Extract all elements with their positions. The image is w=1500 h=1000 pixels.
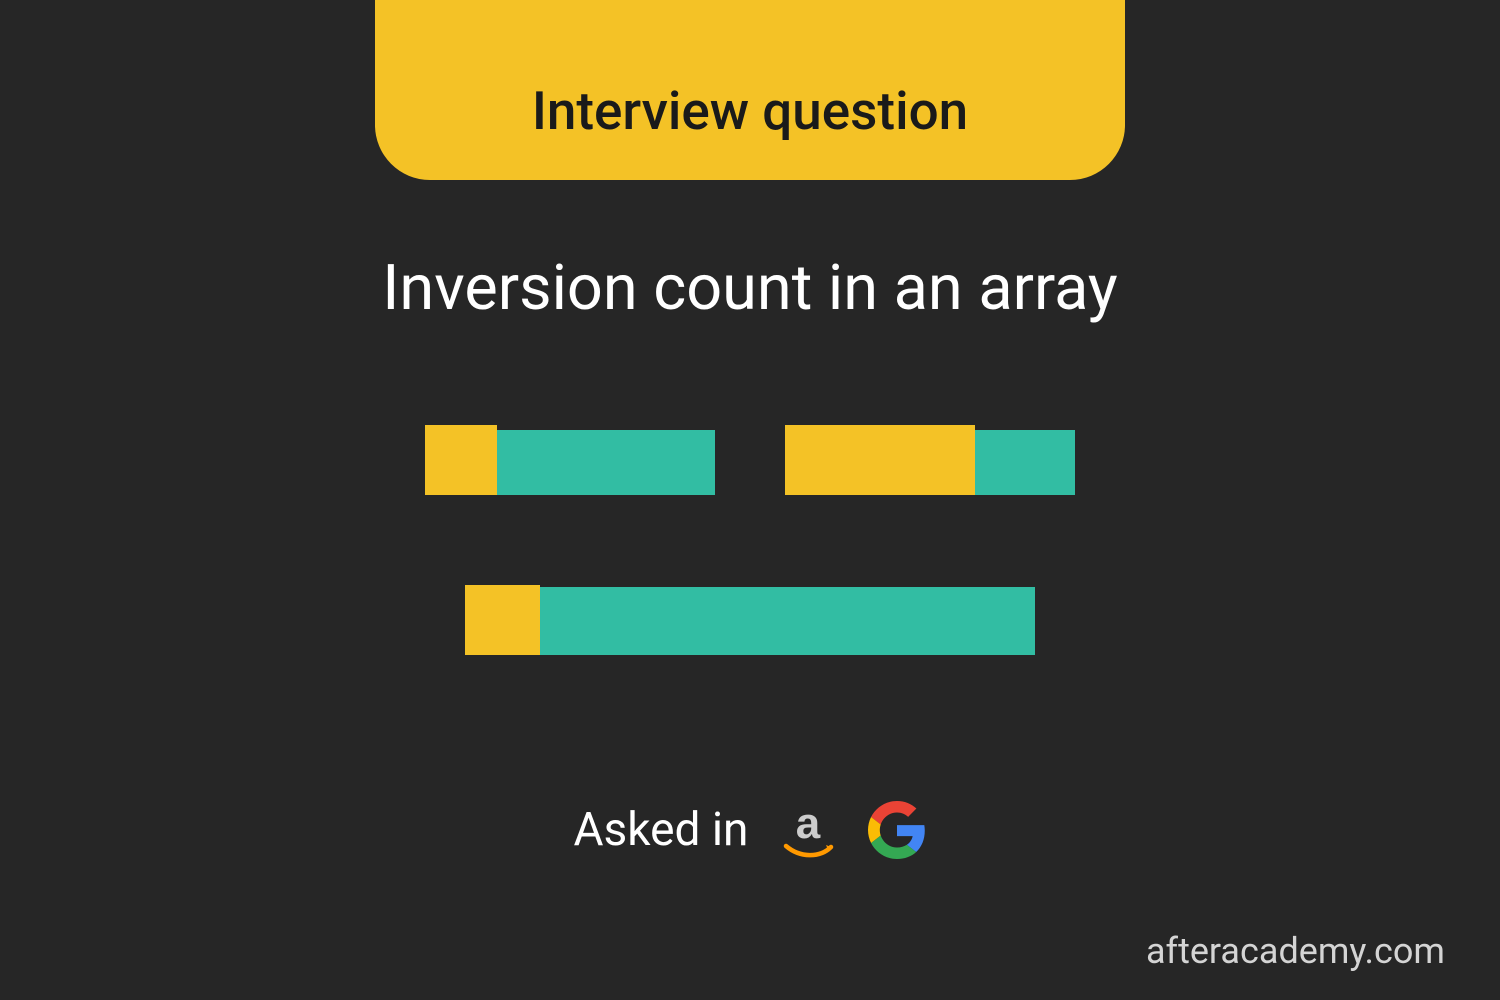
illustration-bars (0, 425, 1500, 655)
asked-in-label: Asked in (574, 803, 749, 857)
question-title: Inversion count in an array (0, 252, 1500, 325)
bar-yellow-part (465, 585, 540, 655)
svg-text:a: a (796, 799, 821, 848)
bar-segment-merged (465, 585, 1035, 655)
bar-yellow-part (425, 425, 497, 495)
bar-yellow-part (785, 425, 975, 495)
footer-attribution: afteracademy.com (1146, 930, 1445, 972)
bar-teal-part (497, 430, 715, 495)
bar-segment-1 (425, 425, 715, 495)
asked-in-row: Asked in a (0, 798, 1500, 862)
badge-label: Interview question (532, 80, 968, 142)
interview-question-badge: Interview question (375, 0, 1125, 180)
bar-segment-2 (785, 425, 1075, 495)
bar-row-top (425, 425, 1075, 495)
bar-teal-part (975, 430, 1075, 495)
amazon-icon: a (776, 798, 840, 862)
google-icon (868, 801, 926, 859)
bar-teal-part (540, 587, 1035, 655)
